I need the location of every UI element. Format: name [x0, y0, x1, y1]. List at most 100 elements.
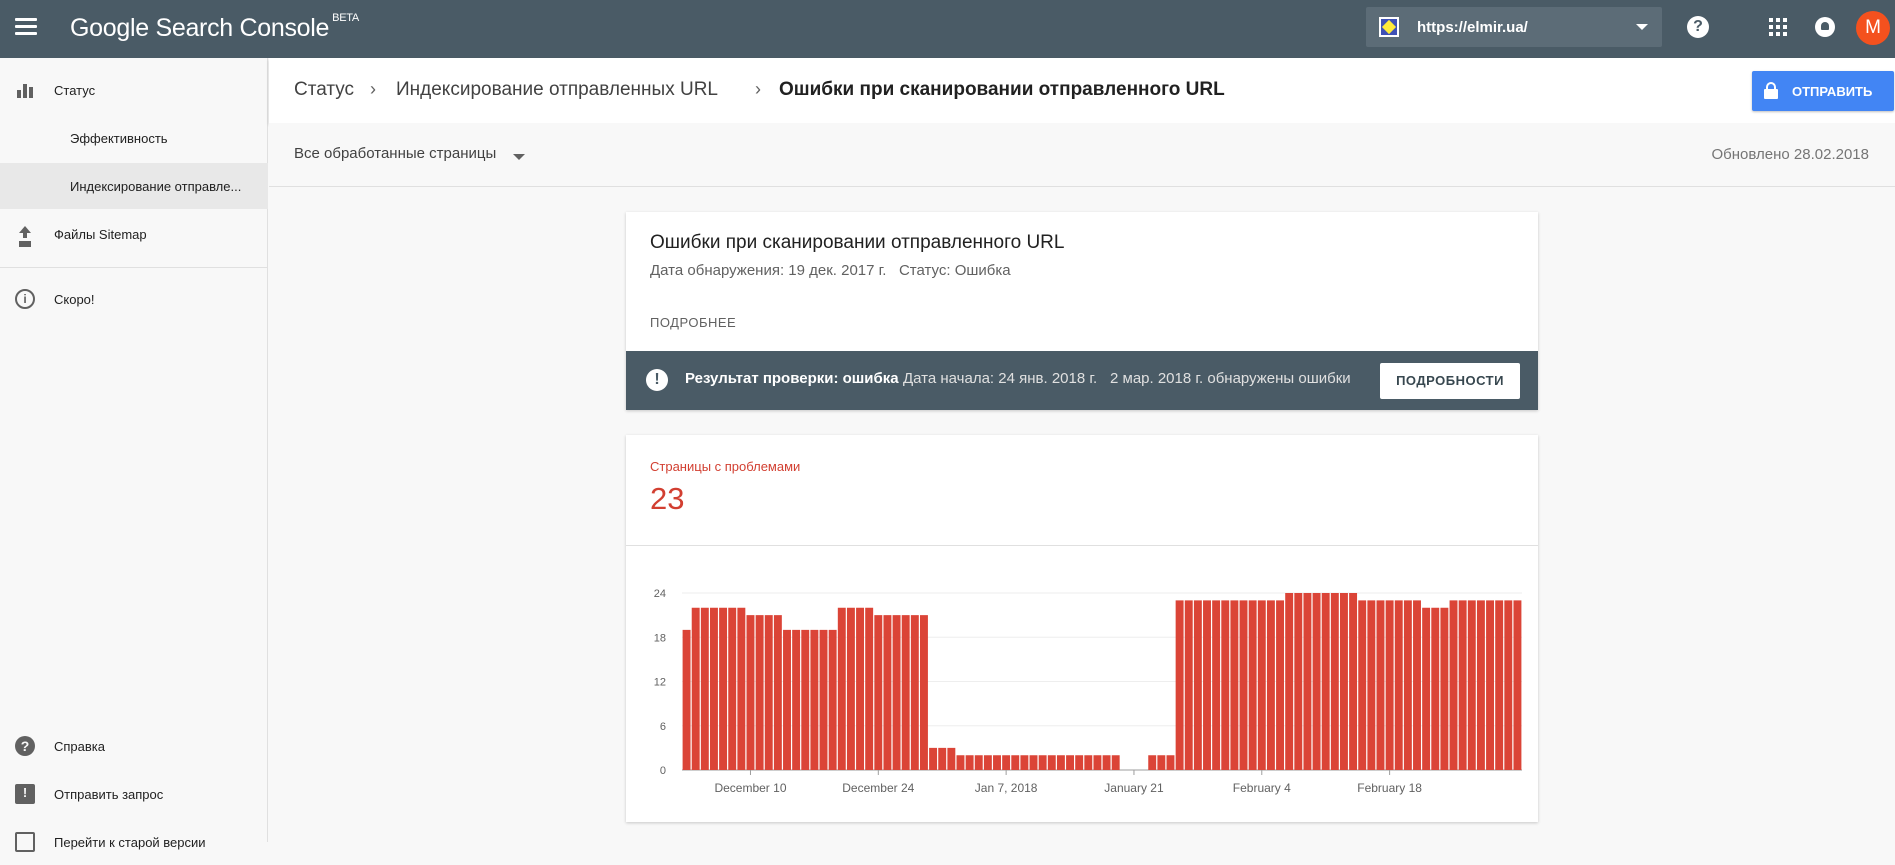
chart-bar[interactable]	[1047, 755, 1056, 770]
chart-bar[interactable]	[1349, 593, 1358, 770]
menu-icon[interactable]	[15, 18, 37, 38]
chart-bar[interactable]	[1440, 607, 1449, 770]
chart-bar[interactable]	[1248, 600, 1257, 770]
chart-bar[interactable]	[956, 755, 965, 770]
chart-bar[interactable]	[1339, 593, 1348, 770]
chart-bar[interactable]	[828, 629, 837, 770]
chart-bar[interactable]	[1148, 755, 1157, 770]
chart-bar[interactable]	[737, 607, 746, 770]
chart-bar[interactable]	[1266, 600, 1275, 770]
chart-bar[interactable]	[1029, 755, 1038, 770]
chart-bar[interactable]	[1385, 600, 1394, 770]
chart-bar[interactable]	[1330, 593, 1339, 770]
chart-bar[interactable]	[1093, 755, 1102, 770]
chart-bar[interactable]	[883, 615, 892, 770]
app-title[interactable]: Google Search Console BETA	[70, 12, 359, 43]
property-selector[interactable]: https://elmir.ua/	[1366, 7, 1662, 47]
chart-bar[interactable]	[1184, 600, 1193, 770]
chart-bar[interactable]	[1257, 600, 1266, 770]
chart-bar[interactable]	[1038, 755, 1047, 770]
chart-bar[interactable]	[1075, 755, 1084, 770]
chart-bar[interactable]	[1394, 600, 1403, 770]
chart-bar[interactable]	[1294, 593, 1303, 770]
chart-bar[interactable]	[1157, 755, 1166, 770]
chart-bar[interactable]	[783, 629, 791, 770]
chart-bar[interactable]	[1111, 755, 1120, 770]
chart-bar[interactable]	[1002, 755, 1011, 770]
chart-bar[interactable]	[819, 629, 828, 770]
chart-bar[interactable]	[1422, 607, 1431, 770]
sidebar-item-old-version[interactable]: Перейти к старой версии	[0, 819, 268, 865]
chart-bar[interactable]	[1166, 755, 1175, 770]
chart-bar[interactable]	[919, 615, 928, 770]
chart-bar[interactable]	[1513, 600, 1522, 770]
chart-bar[interactable]	[1011, 755, 1020, 770]
chart-bar[interactable]	[764, 615, 773, 770]
sidebar-item-performance[interactable]: Эффективность	[0, 115, 268, 161]
chart-bar[interactable]	[910, 615, 919, 770]
chart-bar[interactable]	[1358, 600, 1367, 770]
chart-bar[interactable]	[709, 607, 718, 770]
chart-bar[interactable]	[755, 615, 764, 770]
apps-grid-icon[interactable]	[1769, 18, 1787, 36]
chart-bar[interactable]	[846, 607, 855, 770]
notifications-bell-icon[interactable]	[1815, 17, 1835, 37]
help-icon[interactable]: ?	[1687, 16, 1709, 38]
chart-bar[interactable]	[1102, 755, 1111, 770]
chart-bar[interactable]	[837, 607, 846, 770]
chart-bar[interactable]	[1495, 600, 1504, 770]
chart-bar[interactable]	[1303, 593, 1312, 770]
chart-bar[interactable]	[1285, 593, 1294, 770]
sidebar-item-sitemaps[interactable]: Файлы Sitemap	[0, 211, 268, 257]
chart-bar[interactable]	[1476, 600, 1485, 770]
details-button[interactable]: ПОДРОБНОСТИ	[1380, 363, 1520, 399]
chart-bar[interactable]	[1203, 600, 1211, 770]
chart-bar[interactable]	[1193, 600, 1202, 770]
chart-bar[interactable]	[746, 615, 755, 770]
chart-bar[interactable]	[1504, 600, 1513, 770]
chart-bar[interactable]	[1239, 600, 1248, 770]
submit-button[interactable]: ОТПРАВИТЬ	[1752, 71, 1894, 111]
sidebar-item-status[interactable]: Статус	[0, 67, 268, 113]
chart-bar[interactable]	[993, 755, 1001, 770]
avatar[interactable]: M	[1856, 11, 1890, 45]
chart-bar[interactable]	[874, 615, 883, 770]
chart-bar[interactable]	[1376, 600, 1385, 770]
chart-bar[interactable]	[801, 629, 810, 770]
chart-bar[interactable]	[1175, 600, 1184, 770]
chart-bar[interactable]	[901, 615, 910, 770]
chart-bar[interactable]	[1403, 600, 1412, 770]
sidebar-item-index-coverage[interactable]: Индексирование отправле...	[0, 163, 268, 209]
chart-bar[interactable]	[1486, 600, 1495, 770]
chart-bar[interactable]	[1056, 755, 1065, 770]
chart-bar[interactable]	[1467, 600, 1476, 770]
chart-bar[interactable]	[682, 629, 691, 770]
breadcrumb-status[interactable]: Статус	[294, 79, 354, 101]
chart-bar[interactable]	[938, 747, 947, 770]
chart-bar[interactable]	[1449, 600, 1458, 770]
chart-bar[interactable]	[1020, 755, 1029, 770]
chart-bar[interactable]	[719, 607, 728, 770]
chart-bar[interactable]	[700, 607, 709, 770]
chart-bar[interactable]	[1276, 600, 1285, 770]
chart-bar[interactable]	[728, 607, 737, 770]
chart-bar[interactable]	[1221, 600, 1230, 770]
chart-bar[interactable]	[965, 755, 974, 770]
chart-bar[interactable]	[929, 747, 938, 770]
chart-bar[interactable]	[691, 607, 700, 770]
sidebar-item-coming-soon[interactable]: i Скоро!	[0, 276, 268, 322]
chart-bar[interactable]	[1066, 755, 1075, 770]
chart-bar[interactable]	[810, 629, 819, 770]
sidebar-item-feedback[interactable]: ! Отправить запрос	[0, 771, 268, 817]
chart-bar[interactable]	[856, 607, 865, 770]
page-filter-select[interactable]: Все обработанные страницы	[294, 145, 496, 162]
chart-bar[interactable]	[974, 755, 983, 770]
chart-bar[interactable]	[1431, 607, 1440, 770]
chart-bar[interactable]	[1230, 600, 1239, 770]
chart-bar[interactable]	[892, 615, 901, 770]
chart-bar[interactable]	[865, 607, 874, 770]
chart-bar[interactable]	[1084, 755, 1093, 770]
chart-bar[interactable]	[983, 755, 992, 770]
chart-bar[interactable]	[947, 747, 956, 770]
learn-more-link[interactable]: ПОДРОБНЕЕ	[650, 315, 736, 330]
